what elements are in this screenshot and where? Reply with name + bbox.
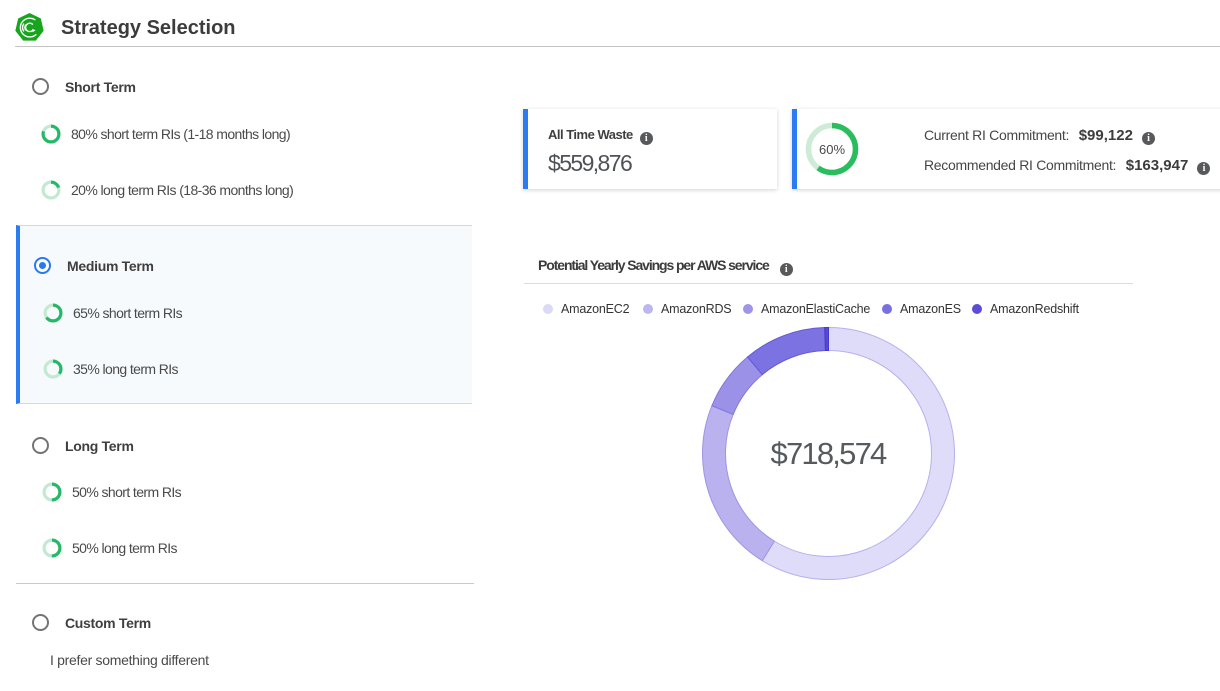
svg-text:60%: 60% bbox=[819, 142, 845, 157]
